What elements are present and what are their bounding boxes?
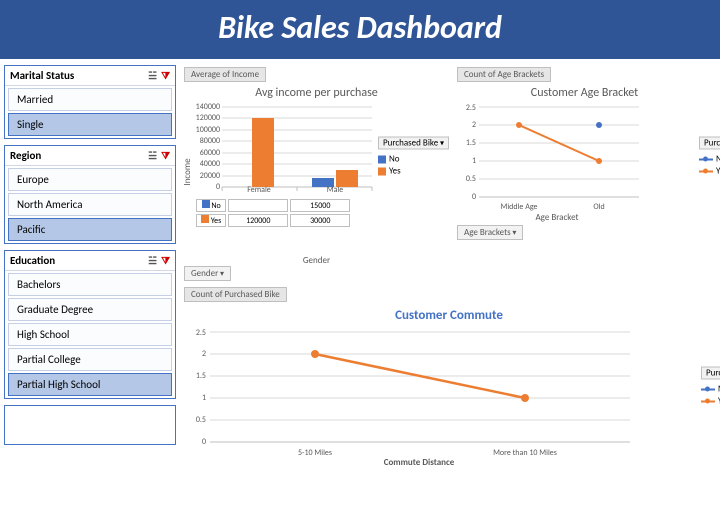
line-chart-svg: 0 0.5 1 1.5 2 2.5 Middle Age Old: [457, 102, 652, 222]
slicer-panel: Marital Status ☱ ⧩ Married Single Region…: [0, 59, 180, 476]
svg-text:2.5: 2.5: [196, 328, 206, 338]
svg-text:2: 2: [472, 120, 476, 130]
line-chart-svg: 0 0.5 1 1.5 2 2.5 5-10 Miles More than 1…: [184, 327, 644, 467]
svg-text:80000: 80000: [200, 136, 220, 146]
legend-dropdown[interactable]: Purchased Bike: [378, 137, 449, 150]
svg-text:Male: Male: [327, 185, 344, 195]
svg-text:0.5: 0.5: [196, 415, 206, 425]
slicer-title: Marital Status: [10, 69, 144, 82]
svg-text:1: 1: [202, 393, 206, 403]
chart-title: Avg income per purchase: [184, 86, 449, 100]
slicer-marital-status: Marital Status ☱ ⧩ Married Single: [4, 65, 176, 139]
main-area: Marital Status ☱ ⧩ Married Single Region…: [0, 59, 720, 476]
slicer-item[interactable]: Graduate Degree: [8, 298, 172, 321]
field-dropdown[interactable]: Age Brackets: [457, 225, 523, 240]
slicer-item[interactable]: Partial College: [8, 348, 172, 371]
svg-text:Female: Female: [247, 185, 271, 195]
chart-age-bracket: Count of Age Brackets Customer Age Brack…: [457, 65, 712, 281]
svg-text:100000: 100000: [196, 125, 220, 135]
slicer-header: Marital Status ☱ ⧩: [5, 66, 175, 86]
dashboard-title: Bike Sales Dashboard: [218, 8, 502, 47]
svg-text:120000: 120000: [196, 113, 220, 123]
svg-text:1.5: 1.5: [466, 138, 476, 148]
svg-text:2: 2: [202, 349, 206, 359]
field-dropdown[interactable]: Gender: [184, 266, 231, 281]
chart-legend: Purchased Bike No Yes: [378, 137, 449, 178]
multiselect-icon[interactable]: ☱: [148, 149, 157, 162]
svg-text:140000: 140000: [196, 102, 220, 112]
slicer-header: Education ☱ ⧩: [5, 251, 175, 271]
slicer-region: Region ☱ ⧩ Europe North America Pacific: [4, 145, 176, 244]
svg-text:5-10 Miles: 5-10 Miles: [298, 448, 332, 458]
svg-text:0: 0: [216, 182, 220, 192]
multiselect-icon[interactable]: ☱: [148, 69, 157, 82]
slicer-item[interactable]: Pacific: [8, 218, 172, 241]
svg-text:2.5: 2.5: [466, 103, 476, 113]
svg-text:40000: 40000: [200, 159, 220, 169]
field-tag: Average of Income: [184, 67, 266, 82]
svg-text:Commute Distance: Commute Distance: [384, 457, 455, 467]
chart-income: Average of Income Avg income per purchas…: [184, 65, 449, 281]
chart-legend: Purchased Bike No Yes: [699, 137, 720, 178]
svg-text:Age Bracket: Age Bracket: [535, 212, 578, 222]
slicer-item[interactable]: North America: [8, 193, 172, 216]
slicer-title: Education: [10, 254, 144, 267]
multiselect-icon[interactable]: ☱: [148, 254, 157, 267]
slicer-header: Region ☱ ⧩: [5, 146, 175, 166]
slicer-item[interactable]: Europe: [8, 168, 172, 191]
svg-text:20000: 20000: [200, 171, 220, 181]
field-tag: Count of Purchased Bike: [184, 287, 287, 302]
slicer-item[interactable]: Bachelors: [8, 273, 172, 296]
clear-filter-icon[interactable]: ⧩: [161, 149, 170, 162]
chart-commute: Count of Purchased Bike Customer Commute…: [184, 285, 714, 470]
svg-text:Old: Old: [593, 202, 604, 212]
x-axis-label: Gender: [184, 255, 449, 266]
svg-text:Middle Age: Middle Age: [500, 202, 537, 212]
slicer-title: Region: [10, 149, 144, 162]
clear-filter-icon[interactable]: ⧩: [161, 69, 170, 82]
svg-text:60000: 60000: [200, 148, 220, 158]
svg-text:1: 1: [472, 156, 476, 166]
data-table: No15000 Yes12000030000: [194, 197, 352, 229]
slicer-item[interactable]: High School: [8, 323, 172, 346]
chart-title: Customer Commute: [184, 308, 714, 323]
svg-text:0: 0: [202, 437, 206, 447]
slicer-item[interactable]: Partial High School: [8, 373, 172, 396]
y-axis-label: Income: [184, 158, 193, 186]
slicer-empty: [4, 405, 176, 445]
slicer-item[interactable]: Married: [8, 88, 172, 111]
svg-text:More than 10 Miles: More than 10 Miles: [493, 448, 557, 458]
charts-area: Average of Income Avg income per purchas…: [180, 59, 720, 476]
svg-text:0.5: 0.5: [466, 174, 476, 184]
dashboard-header: Bike Sales Dashboard: [0, 0, 720, 59]
svg-text:0: 0: [472, 192, 476, 202]
slicer-item[interactable]: Single: [8, 113, 172, 136]
field-tag: Count of Age Brackets: [457, 67, 551, 82]
legend-dropdown[interactable]: Purchased Bike: [701, 367, 720, 380]
slicer-education: Education ☱ ⧩ Bachelors Graduate Degree …: [4, 250, 176, 399]
svg-text:1.5: 1.5: [196, 371, 206, 381]
chart-legend: Purchased Bike No Yes: [701, 367, 720, 408]
clear-filter-icon[interactable]: ⧩: [161, 254, 170, 267]
legend-dropdown[interactable]: Purchased Bike: [699, 137, 720, 150]
chart-title: Customer Age Bracket: [457, 86, 712, 100]
